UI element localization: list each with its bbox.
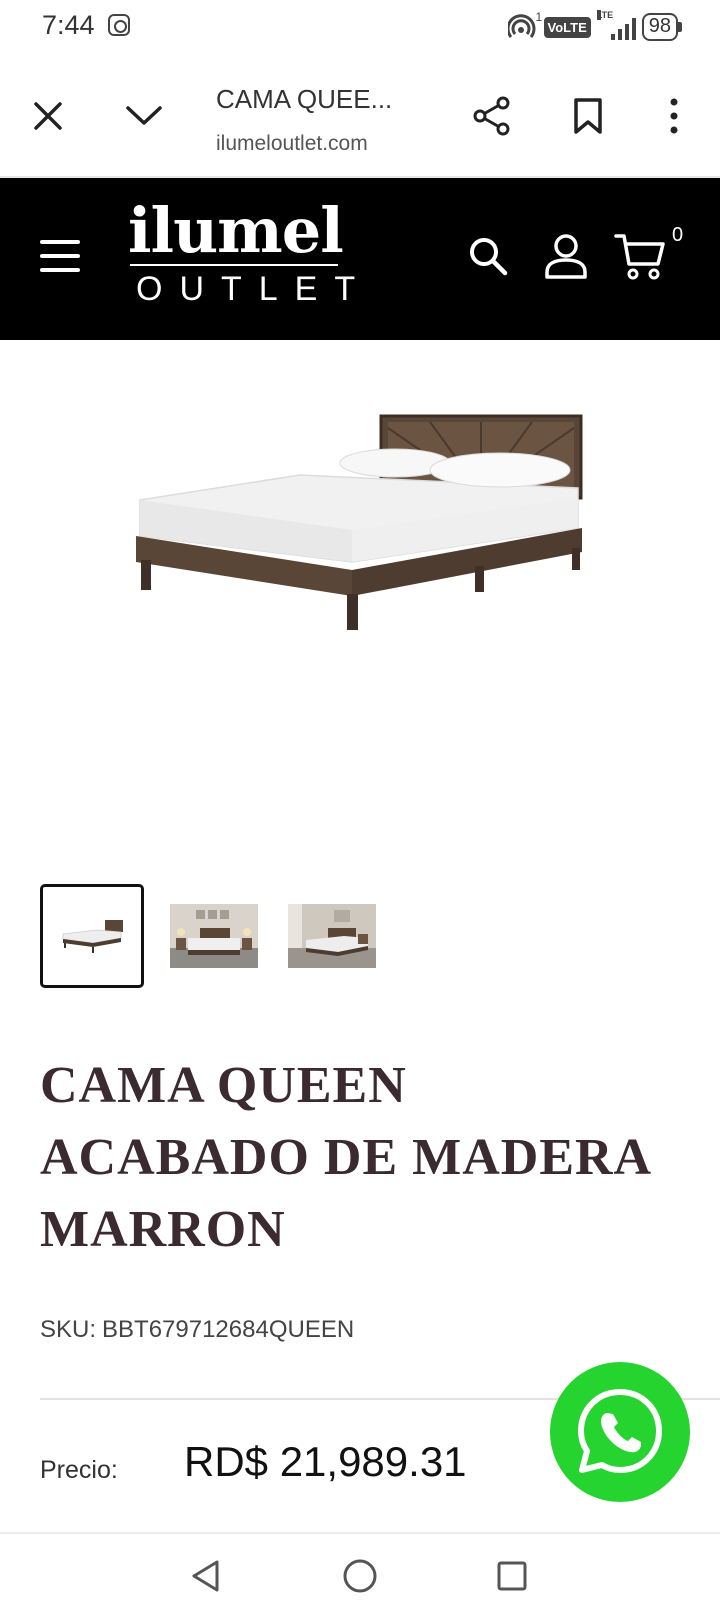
- minimize-button[interactable]: [120, 92, 168, 140]
- system-navigation-bar: [0, 1532, 720, 1612]
- menu-button[interactable]: [40, 240, 80, 272]
- sku-value: BBT679712684QUEEN: [102, 1316, 355, 1343]
- product-title-line: ACABADO DE MADERA: [40, 1129, 653, 1186]
- site-logo[interactable]: ilumel OUTLET: [128, 194, 373, 310]
- page-url[interactable]: ilumeloutlet.com: [216, 132, 368, 156]
- status-time: 7:44: [42, 10, 95, 40]
- hamburger-icon-line: [40, 240, 80, 244]
- chevron-down-icon: [126, 106, 162, 125]
- back-button[interactable]: [184, 1554, 228, 1598]
- cart-icon: [614, 234, 665, 280]
- close-icon: [34, 102, 62, 130]
- sim-number: 1: [535, 10, 543, 24]
- hotspot-icon: 1: [506, 10, 542, 40]
- bookmark-icon: [574, 98, 602, 134]
- search-button[interactable]: [462, 230, 514, 282]
- more-options-button[interactable]: [650, 92, 698, 140]
- whatsapp-chat-button[interactable]: [550, 1362, 690, 1502]
- page-title: CAMA QUEE...: [216, 84, 393, 114]
- account-button[interactable]: [540, 230, 592, 282]
- bookmark-button[interactable]: [564, 92, 612, 140]
- battery-icon: 98: [641, 13, 682, 41]
- thumbnail-1[interactable]: [40, 884, 144, 988]
- logo-sub-text: OUTLET: [136, 270, 373, 308]
- status-bar: 7:44 1 VoLTE LTE 98: [0, 0, 720, 54]
- hamburger-icon-line: [40, 268, 80, 272]
- back-triangle-icon: [192, 1560, 219, 1592]
- home-circle-icon: [343, 1559, 377, 1593]
- cart-button[interactable]: [614, 230, 666, 282]
- recents-square-icon: [497, 1561, 527, 1591]
- search-icon: [470, 238, 508, 276]
- share-icon: [473, 96, 510, 136]
- bedroom-thumbnail-image: [170, 904, 258, 968]
- product-sku: SKU: BBT679712684QUEEN: [40, 1316, 354, 1344]
- product-title-line: CAMA QUEEN: [40, 1057, 407, 1114]
- bed-thumbnail-image: [62, 920, 123, 953]
- user-icon: [545, 234, 587, 279]
- close-tab-button[interactable]: [24, 92, 72, 140]
- recents-button[interactable]: [490, 1554, 534, 1598]
- battery-level: 98: [641, 13, 678, 41]
- price-label: Precio:: [40, 1456, 118, 1484]
- status-icons: 1 VoLTE LTE 98: [506, 10, 682, 44]
- hamburger-icon-line: [40, 254, 80, 258]
- product-title: CAMA QUEEN ACABADO DE MADERA MARRON: [40, 1050, 690, 1266]
- thumbnail-3[interactable]: [280, 884, 384, 988]
- lte-label: LTE: [596, 10, 614, 20]
- more-vertical-icon: [670, 98, 678, 134]
- sku-label: SKU:: [40, 1316, 97, 1343]
- thumbnail-2[interactable]: [162, 884, 266, 988]
- volte-badge: VoLTE: [543, 16, 591, 38]
- bedroom-thumbnail-image: [288, 904, 376, 968]
- browser-toolbar: CAMA QUEE... ilumeloutlet.com: [0, 54, 720, 178]
- logo-main-text: ilumel: [128, 194, 344, 267]
- product-title-line: MARRON: [40, 1201, 286, 1258]
- cart-count-badge: 0: [672, 224, 684, 246]
- share-button[interactable]: [468, 92, 516, 140]
- instagram-notification-icon: [108, 14, 130, 36]
- product-main-image[interactable]: [0, 340, 720, 860]
- signal-icon: LTE: [596, 10, 636, 40]
- site-header: ilumel OUTLET 0: [0, 178, 720, 340]
- whatsapp-icon: [578, 1389, 662, 1473]
- price-value: RD$ 21,989.31: [184, 1438, 467, 1485]
- home-button[interactable]: [338, 1554, 382, 1598]
